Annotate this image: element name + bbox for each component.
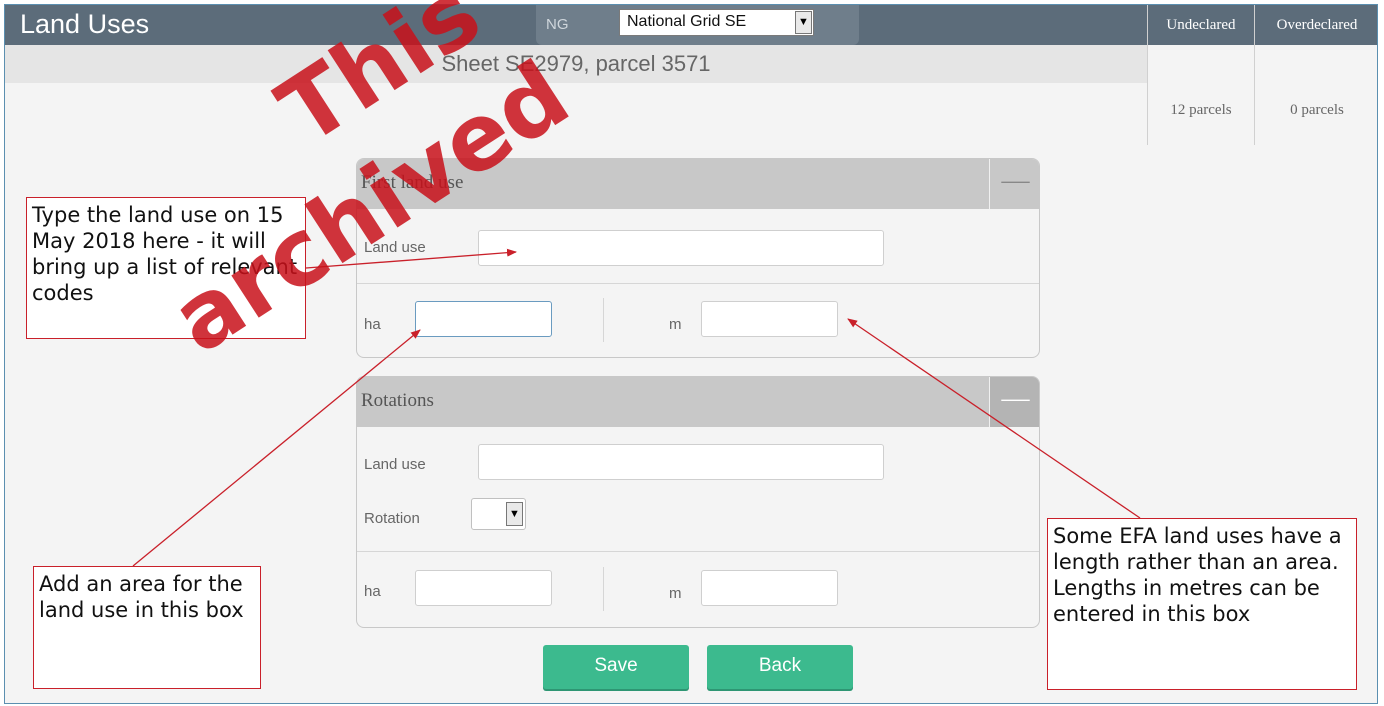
ha-label: ha [364, 316, 381, 333]
stat-divider [1254, 5, 1255, 145]
undeclared-value: 12 parcels [1148, 45, 1254, 145]
rotation-length-m-input[interactable] [701, 570, 838, 606]
field-separator [603, 298, 604, 342]
stat-divider [1147, 5, 1148, 145]
panel-divider [357, 551, 1039, 552]
save-button[interactable]: Save [543, 645, 689, 689]
callout-area: Add an area for the land use in this box [33, 566, 261, 689]
land-use-label: Land use [364, 239, 426, 256]
undeclared-column[interactable]: Undeclared 12 parcels [1148, 5, 1254, 145]
top-bar: Land Uses NG National Grid SE ▼ Sheet SE… [5, 5, 1377, 145]
grid-select[interactable]: National Grid SE ▼ [619, 9, 814, 36]
app-title: Land Uses [20, 9, 150, 39]
title-bar: Land Uses NG National Grid SE ▼ [5, 5, 1147, 45]
rotation-ha-label: ha [364, 583, 381, 600]
callout-length: Some EFA land uses have a length rather … [1047, 518, 1357, 690]
rotation-m-label: m [669, 585, 682, 602]
undeclared-label: Undeclared [1148, 5, 1254, 45]
parcel-bar: Sheet SE2979, parcel 3571 [5, 45, 1147, 83]
grid-select-value: National Grid SE [627, 13, 747, 30]
callout-land-use: Type the land use on 15 May 2018 here - … [26, 197, 306, 339]
rotation-label: Rotation [364, 510, 420, 527]
grid-prefix: NG [546, 16, 569, 33]
length-m-input[interactable] [701, 301, 838, 337]
rotation-land-use-input[interactable] [478, 444, 884, 480]
land-use-input[interactable] [478, 230, 884, 266]
area-ha-input[interactable] [415, 301, 552, 337]
grid-selector-group: NG National Grid SE ▼ [536, 5, 859, 45]
dropdown-arrow-icon[interactable]: ▼ [795, 11, 812, 34]
minus-icon[interactable]: — [989, 377, 1039, 427]
parcel-title: Sheet SE2979, parcel 3571 [441, 51, 711, 76]
rotation-area-ha-input[interactable] [415, 570, 552, 606]
minus-icon[interactable]: — [989, 159, 1039, 209]
panel-divider [357, 283, 1039, 284]
overdeclared-value: 0 parcels [1255, 45, 1377, 145]
first-land-use-panel: First land use — Land use ha m [356, 158, 1040, 358]
m-label: m [669, 316, 682, 333]
first-land-use-header: First land use — [357, 159, 1039, 209]
rotations-heading: Rotations [361, 390, 434, 411]
rotation-land-use-label: Land use [364, 456, 426, 473]
overdeclared-column[interactable]: Overdeclared 0 parcels [1255, 5, 1377, 145]
overdeclared-label: Overdeclared [1255, 5, 1377, 45]
rotations-header: Rotations — [357, 377, 1039, 427]
rotations-panel: Rotations — Land use Rotation ▼ ha m [356, 376, 1040, 628]
dropdown-arrow-icon[interactable]: ▼ [506, 502, 523, 526]
back-button[interactable]: Back [707, 645, 853, 689]
field-separator [603, 567, 604, 611]
first-land-use-heading: First land use [361, 172, 464, 193]
rotation-select[interactable]: ▼ [471, 498, 526, 530]
